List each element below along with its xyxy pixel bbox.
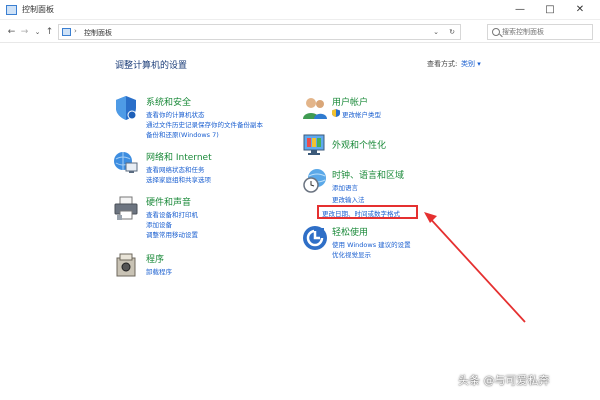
watermark: 头条 @与可爱私奔 [458,374,550,387]
annotation-arrow-icon [424,212,526,323]
